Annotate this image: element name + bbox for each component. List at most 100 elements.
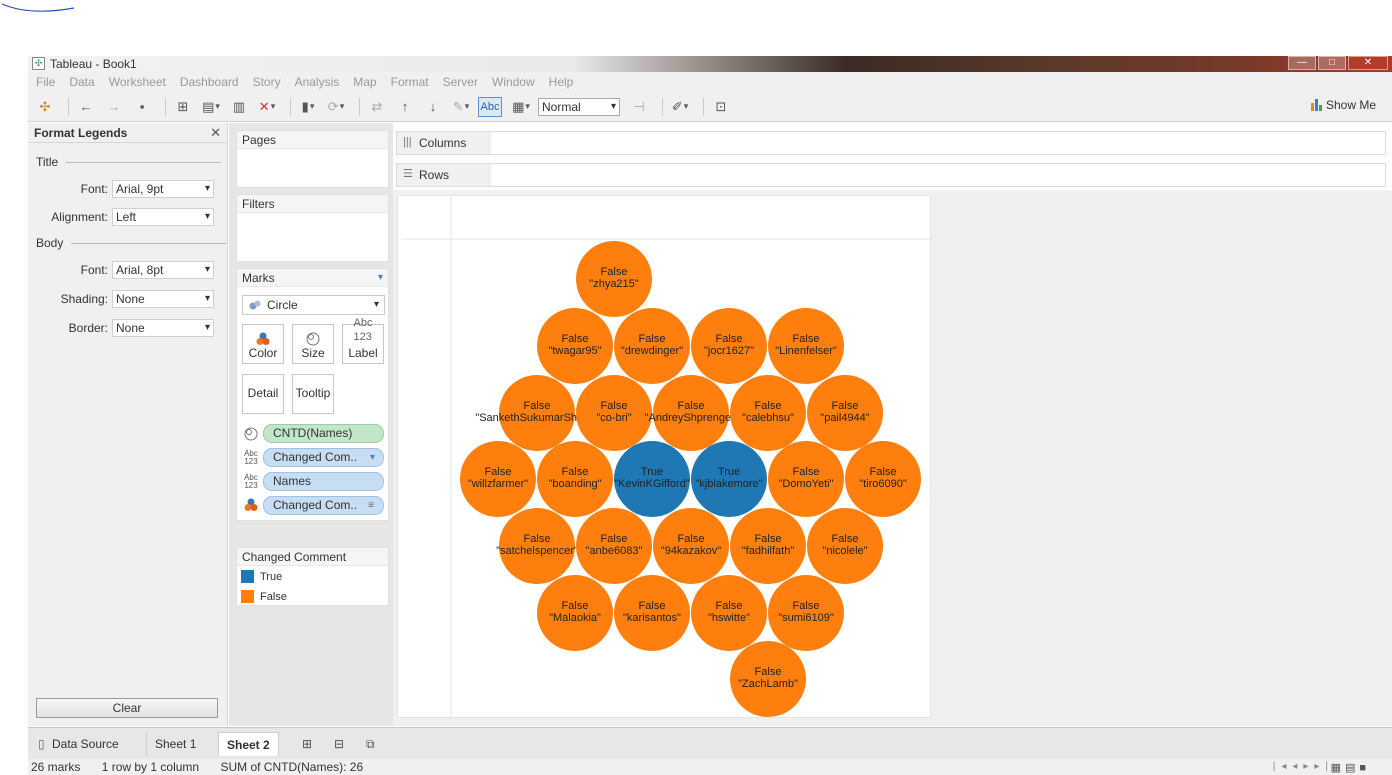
new-worksheet-icon[interactable]: ▤ <box>200 97 222 117</box>
bubble-mark[interactable]: False"AndreyShprengel" <box>645 375 738 451</box>
new-data-source-icon[interactable]: ⊞ <box>172 97 194 117</box>
show-me-label: Show Me <box>1325 98 1376 112</box>
clear-sheet-icon[interactable]: ✕ <box>256 97 278 117</box>
bubble-mark[interactable]: False"satchelspencer" <box>496 508 578 584</box>
columns-shelf[interactable]: ||| Columns <box>396 131 1386 155</box>
cntd-names-pill[interactable]: CNTD(Names) <box>263 424 384 443</box>
bubble-mark[interactable]: False"jocr1627" <box>691 308 767 384</box>
tab-sheet-1[interactable]: Sheet 1 <box>146 732 204 756</box>
names-label-pill[interactable]: Names <box>263 472 384 491</box>
packed-bubble-view[interactable]: False "zhya215" False "twagar95" False "drewd… <box>397 195 932 719</box>
bubble-mark[interactable]: False"tiro6090" <box>845 441 921 517</box>
duplicate-sheet-icon[interactable]: ▥ <box>228 97 250 117</box>
changed-comment-color-pill[interactable]: Changed Com.. ≡ <box>263 496 384 515</box>
sheet-nav-arrows[interactable]: |◂◂▸▸| <box>1273 759 1334 775</box>
bubble-mark[interactable]: False"calebhsu" <box>730 375 806 451</box>
menu-window[interactable]: Window <box>492 75 535 89</box>
new-worksheet-tab-icon[interactable]: ⊞ <box>302 737 320 751</box>
minimize-button[interactable]: — <box>1288 56 1316 70</box>
bubble-mark[interactable]: False"hswitte" <box>691 575 767 651</box>
save-icon[interactable]: ▪ <box>131 97 153 117</box>
pause-updates-icon[interactable]: ▮ <box>297 97 319 117</box>
rows-shelf[interactable]: ☰ Rows <box>396 163 1386 187</box>
bubble-mark[interactable]: False"DomoYeti" <box>768 441 844 517</box>
border-select[interactable]: None <box>112 319 214 337</box>
shading-select[interactable]: None <box>112 290 214 308</box>
mark-type-select[interactable]: Circle <box>242 295 385 315</box>
refresh-icon[interactable]: ⟳ <box>325 97 347 117</box>
sort-descending-icon[interactable]: ↓ <box>422 97 444 117</box>
bubble-mark[interactable]: False"willzfarmer" <box>460 441 536 517</box>
highlight-icon[interactable]: ✎ <box>450 97 472 117</box>
menu-worksheet[interactable]: Worksheet <box>109 75 166 89</box>
close-window-button[interactable]: ✕ <box>1348 56 1388 70</box>
size-button[interactable]: Size <box>292 324 334 364</box>
bubble-mark[interactable]: False"Malaokia" <box>537 575 613 651</box>
bubble-label-name: "kjblakemore" <box>695 478 762 490</box>
clear-button[interactable]: Clear <box>36 698 218 718</box>
bubble-mark[interactable]: False"karisantos" <box>614 575 690 651</box>
menu-format[interactable]: Format <box>391 75 429 89</box>
new-dashboard-tab-icon[interactable]: ⊟ <box>334 737 352 751</box>
color-button[interactable]: Color <box>242 324 284 364</box>
menu-data[interactable]: Data <box>69 75 94 89</box>
detail-button[interactable]: Detail <box>242 374 284 414</box>
bubble-mark[interactable]: False"drewdinger" <box>614 308 690 384</box>
filters-card[interactable]: Filters <box>236 194 389 262</box>
presentation-mode-icon[interactable]: ⊡ <box>710 97 732 117</box>
show-me-button[interactable]: Show Me <box>1310 98 1376 112</box>
bubble-mark[interactable]: False"ZachLamb" <box>730 641 806 717</box>
bubble-mark[interactable]: False"94kazakov" <box>653 508 729 584</box>
bubble-mark[interactable]: False"co-bri" <box>576 375 652 451</box>
undo-icon[interactable]: ← <box>75 97 97 117</box>
bubble-mark[interactable]: False"sumi6109" <box>768 575 844 651</box>
close-icon[interactable]: ✕ <box>210 125 221 141</box>
menu-map[interactable]: Map <box>353 75 376 89</box>
pin-axes-icon[interactable]: ⊣ <box>628 97 650 117</box>
swap-rows-columns-icon[interactable]: ⇄ <box>366 97 388 117</box>
redo-icon[interactable]: → <box>103 97 125 117</box>
maximize-button[interactable]: □ <box>1318 56 1346 70</box>
changed-comment-label-pill[interactable]: Changed Com.. ▾ <box>263 448 384 467</box>
bubble-mark[interactable]: True"KevinKGifford" <box>614 441 690 517</box>
sort-ascending-icon[interactable]: ↑ <box>394 97 416 117</box>
bubble-mark[interactable]: False"fadhilfath" <box>730 508 806 584</box>
tab-sheet-2[interactable]: Sheet 2 <box>218 732 279 756</box>
bubble-mark[interactable]: False"anbe6083" <box>576 508 652 584</box>
tab-data-source[interactable]: ▯ Data Source <box>34 732 127 756</box>
bubble-mark[interactable]: True"kjblakemore" <box>691 441 767 517</box>
bubble-mark[interactable]: False"Linenfelser" <box>768 308 844 384</box>
tooltip-button[interactable]: Tooltip <box>292 374 334 414</box>
bubble-mark[interactable]: False"pail4944" <box>807 375 883 451</box>
menu-bar: File Data Worksheet Dashboard Story Anal… <box>28 72 1392 92</box>
new-story-tab-icon[interactable]: ⧉ <box>366 737 384 751</box>
toolbar-divider <box>662 97 663 116</box>
bubble-mark[interactable]: False"twagar95" <box>537 308 613 384</box>
sheet-view-icons[interactable]: ▦▤■ <box>1331 760 1370 775</box>
menu-dashboard[interactable]: Dashboard <box>180 75 239 89</box>
alignment-select[interactable]: Left <box>112 208 214 226</box>
show-mark-labels-button[interactable]: Abc <box>478 96 502 117</box>
pill-dropdown-icon[interactable]: ▾ <box>370 449 375 466</box>
menu-story[interactable]: Story <box>253 75 281 89</box>
bubble-mark[interactable]: False"boanding" <box>537 441 613 517</box>
window-title: Tableau - Book1 <box>50 57 137 71</box>
label-button[interactable]: Abc 123 Label <box>342 317 384 364</box>
bubble-mark[interactable]: False"zhya215" <box>576 241 652 317</box>
fixed-axes-icon[interactable]: ▦ <box>510 97 532 117</box>
rows-shelf-label: ☰ Rows <box>397 164 491 186</box>
pages-card[interactable]: Pages <box>236 130 389 188</box>
body-font-select[interactable]: Arial, 8pt <box>112 261 214 279</box>
menu-file[interactable]: File <box>36 75 55 89</box>
legend-item-true[interactable]: True <box>241 570 282 583</box>
menu-help[interactable]: Help <box>549 75 574 89</box>
title-font-select[interactable]: Arial, 9pt <box>112 180 214 198</box>
menu-analysis[interactable]: Analysis <box>295 75 340 89</box>
tableau-home-icon[interactable]: ✣ <box>34 97 56 117</box>
marks-card-menu-icon[interactable]: ▾ <box>378 269 383 287</box>
legend-item-false[interactable]: False <box>241 590 287 603</box>
menu-server[interactable]: Server <box>443 75 478 89</box>
bubble-mark[interactable]: False"nicolele" <box>807 508 883 584</box>
fit-select[interactable]: Normal <box>538 97 620 116</box>
tooltip-pen-icon[interactable]: ✐ <box>669 97 691 117</box>
